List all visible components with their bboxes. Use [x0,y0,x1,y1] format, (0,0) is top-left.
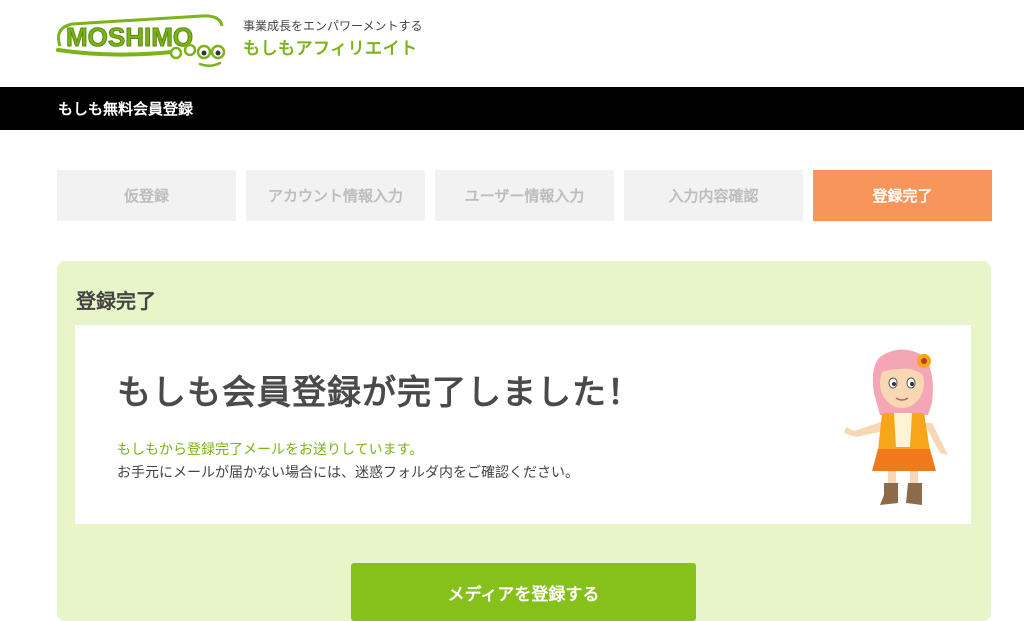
page-title: もしも無料会員登録 [58,100,194,118]
step-registration-complete: 登録完了 [813,170,992,221]
page-titlebar: もしも無料会員登録 [0,87,1024,130]
step-user-info: ユーザー情報入力 [435,170,614,221]
mascot-illustration [844,349,948,505]
panel-title: 登録完了 [76,289,156,313]
completion-headline: もしも会員登録が完了しました！ [117,373,642,413]
moshimo-logo[interactable]: MOSHIMO [52,6,228,72]
email-sent-message: もしもから登録完了メールをお送りしています。 [117,442,424,458]
site-header: MOSHIMO 事業成長をエンパワーメントする もしもアフィリエイト [0,0,1024,87]
completion-card: もしも会員登録が完了しました！ もしもから登録完了メールをお送りしています。 お… [75,325,971,524]
register-media-button[interactable]: メディアを登録する [351,563,696,621]
brand-name: もしもアフィリエイト [243,39,418,59]
step-provisional-registration: 仮登録 [57,170,236,221]
step-confirm-input: 入力内容確認 [624,170,803,221]
registration-steps: 仮登録 アカウント情報入力 ユーザー情報入力 入力内容確認 登録完了 [57,170,992,221]
step-account-info: アカウント情報入力 [246,170,425,221]
spam-folder-notice: お手元にメールが届かない場合には、迷惑フォルダ内をご確認ください。 [117,465,579,481]
completion-panel: 登録完了 もしも会員登録が完了しました！ もしもから登録完了メールをお送りしてい… [57,261,991,621]
tagline: 事業成長をエンパワーメントする [243,19,423,33]
